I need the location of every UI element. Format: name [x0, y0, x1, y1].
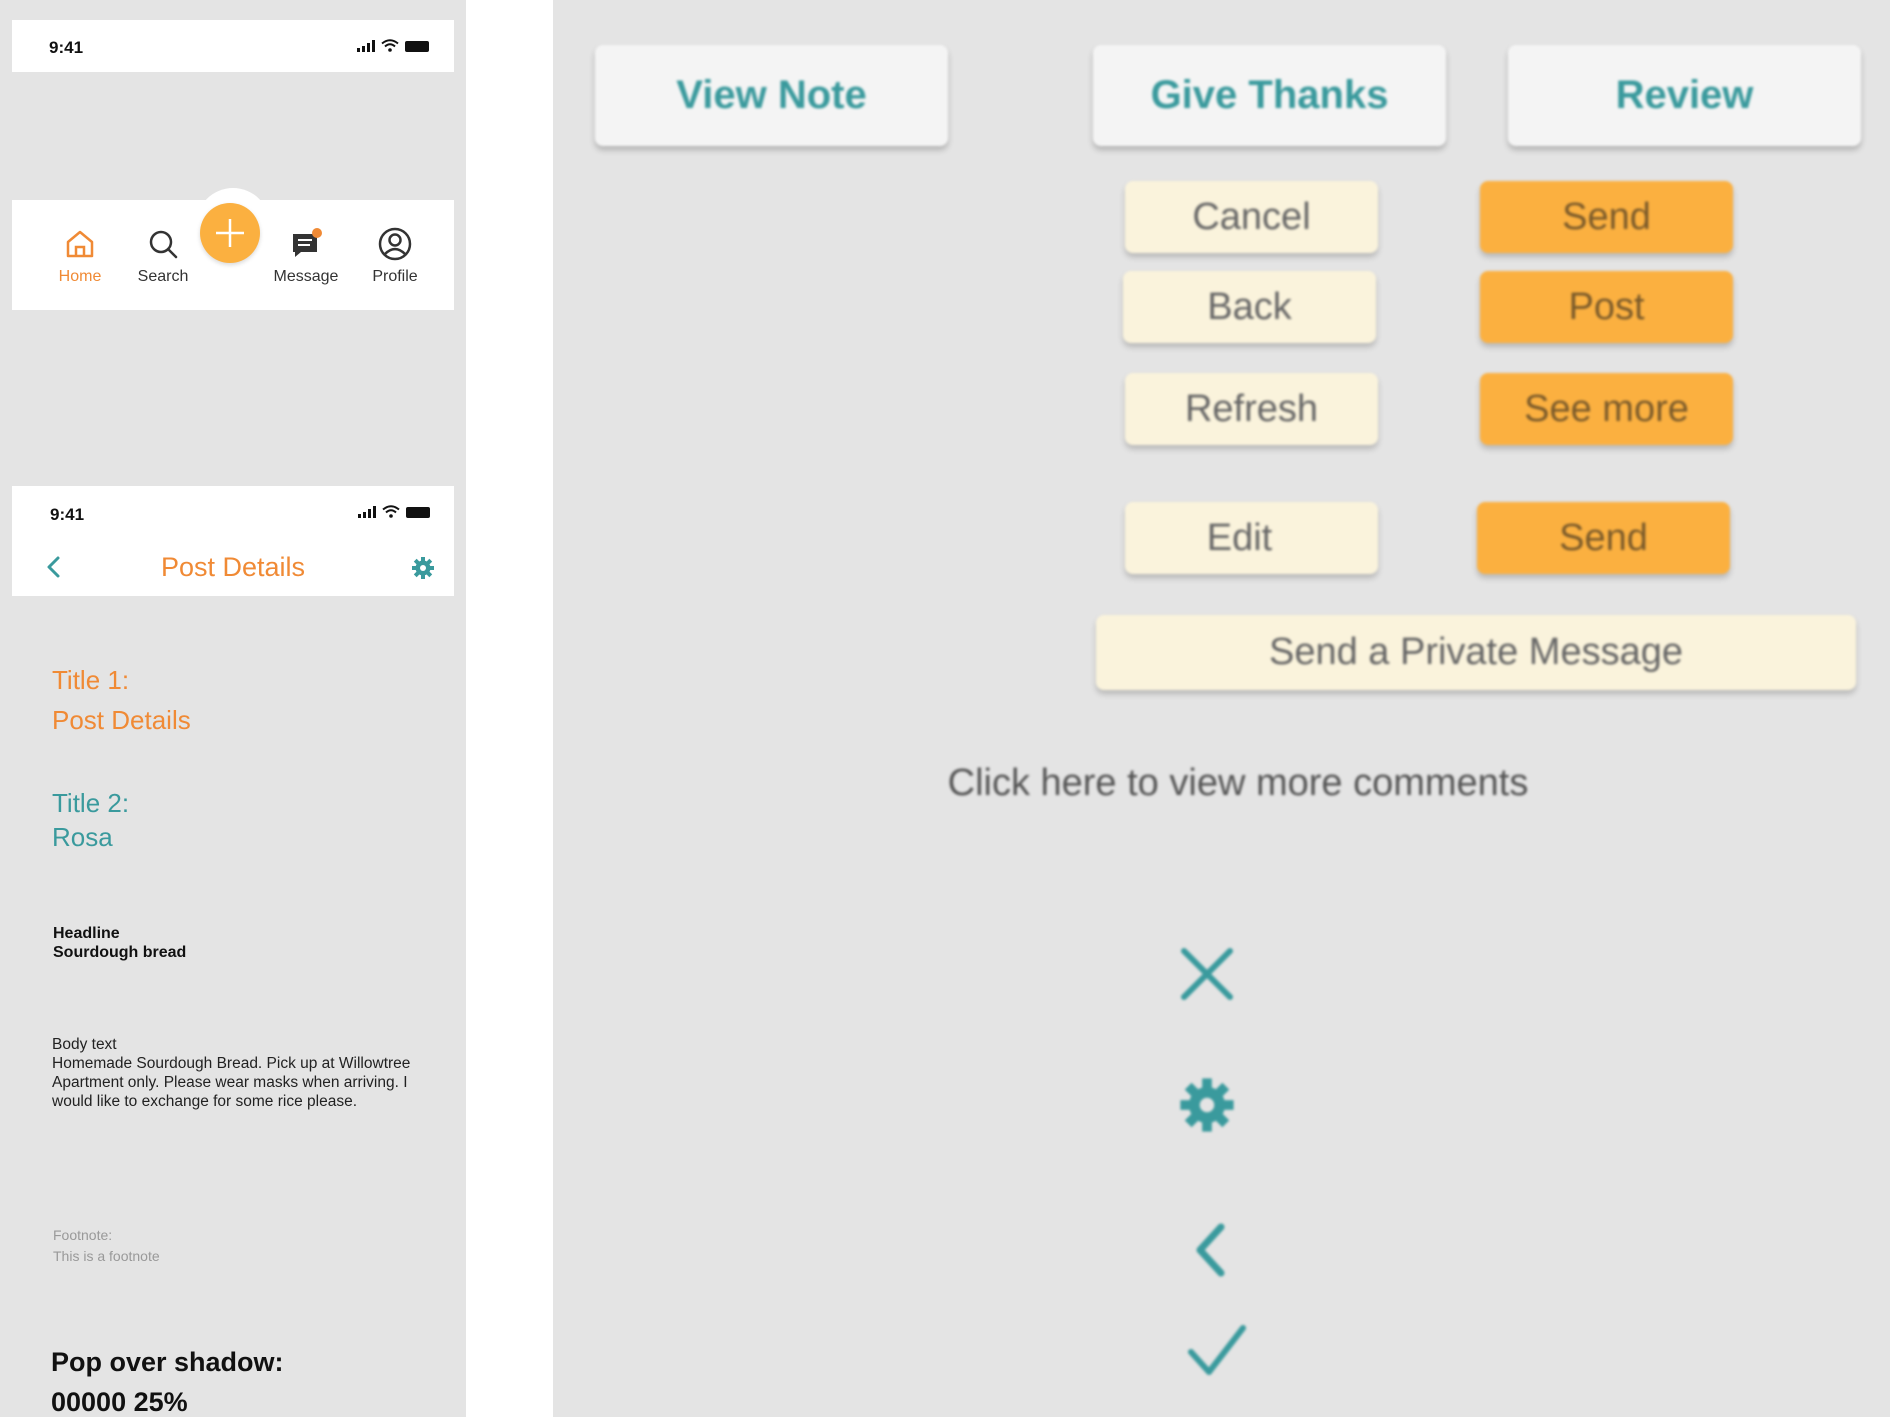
headline-label: Headline [53, 925, 120, 942]
see-more-button[interactable]: See more [1480, 373, 1733, 445]
wifi-icon [381, 39, 399, 52]
tab-label: Home [58, 268, 102, 285]
review-button[interactable]: Review [1508, 45, 1861, 146]
gear-icon[interactable] [411, 556, 435, 580]
component-sheet-right: View Note Give Thanks Review Cancel Send… [553, 0, 1890, 1417]
post-button[interactable]: Post [1480, 271, 1733, 343]
send-button-2[interactable]: Send [1477, 502, 1730, 574]
add-button[interactable] [200, 203, 260, 263]
check-icon[interactable] [1185, 1320, 1249, 1380]
tab-search[interactable]: Search [123, 224, 203, 286]
body-label: Body text [52, 1036, 117, 1053]
title1-value: Post Details [52, 705, 191, 735]
signal-icon [357, 40, 375, 52]
status-bar-2: 9:41 [12, 486, 454, 536]
popover-shadow-label: Pop over shadow: [51, 1347, 284, 1377]
tab-message[interactable]: Message [266, 224, 346, 286]
cancel-button[interactable]: Cancel [1125, 181, 1378, 253]
title2-label: Title 2: [52, 788, 130, 818]
body-value: Homemade Sourdough Bread. Pick up at Wil… [52, 1055, 411, 1110]
view-note-button[interactable]: View Note [595, 45, 948, 146]
tab-label: Profile [372, 268, 418, 285]
close-icon[interactable] [1176, 943, 1238, 1005]
popover-shadow-spec: Pop over shadow: 00000 25% [51, 1342, 284, 1422]
status-bar: 9:41 [12, 20, 454, 72]
headline-specimen: Headline Sourdough bread [53, 924, 186, 962]
tab-profile[interactable]: Profile [355, 224, 435, 286]
chevron-left-icon[interactable] [1186, 1219, 1236, 1281]
body-specimen: Body text Homemade Sourdough Bread. Pick… [52, 1035, 437, 1111]
status-time: 9:41 [50, 505, 85, 524]
footnote-specimen: Footnote: This is a footnote [53, 1225, 160, 1267]
nav-header: Post Details [12, 536, 454, 596]
component-sheet-left: 9:41 Home Search Message Profile 9:41 Po… [0, 0, 466, 1417]
status-icons [358, 505, 430, 518]
tab-label: Search [137, 268, 189, 285]
tab-label: Message [273, 268, 339, 285]
refresh-button[interactable]: Refresh [1125, 373, 1378, 445]
search-icon [149, 230, 178, 259]
signal-icon [358, 506, 376, 518]
footnote-label: Footnote: [53, 1227, 113, 1243]
wifi-icon [382, 505, 400, 518]
send-button[interactable]: Send [1480, 181, 1733, 253]
view-more-comments-link[interactable]: Click here to view more comments [553, 762, 1890, 805]
give-thanks-button[interactable]: Give Thanks [1093, 45, 1446, 146]
edit-button[interactable]: Edit [1125, 502, 1378, 574]
title2-specimen: Title 2: Rosa [52, 786, 129, 854]
page-title: Post Details [160, 552, 306, 582]
headline-value: Sourdough bread [53, 944, 187, 961]
message-icon [293, 228, 322, 257]
battery-icon [406, 507, 430, 518]
popover-shadow-value: 00000 25% [51, 1387, 188, 1417]
title2-value: Rosa [52, 822, 113, 852]
gear-icon[interactable] [1178, 1076, 1236, 1134]
profile-icon [378, 227, 412, 261]
plus-icon [216, 219, 244, 247]
back-button[interactable]: Back [1123, 271, 1376, 343]
status-time: 9:41 [49, 38, 84, 57]
home-icon [66, 230, 94, 258]
title1-specimen: Title 1: Post Details [52, 660, 191, 740]
send-private-message-button[interactable]: Send a Private Message [1096, 615, 1856, 690]
tab-home[interactable]: Home [40, 224, 120, 286]
footnote-value: This is a footnote [53, 1248, 160, 1264]
title1-label: Title 1: [52, 665, 130, 695]
battery-icon [405, 41, 429, 52]
status-icons [357, 39, 429, 52]
